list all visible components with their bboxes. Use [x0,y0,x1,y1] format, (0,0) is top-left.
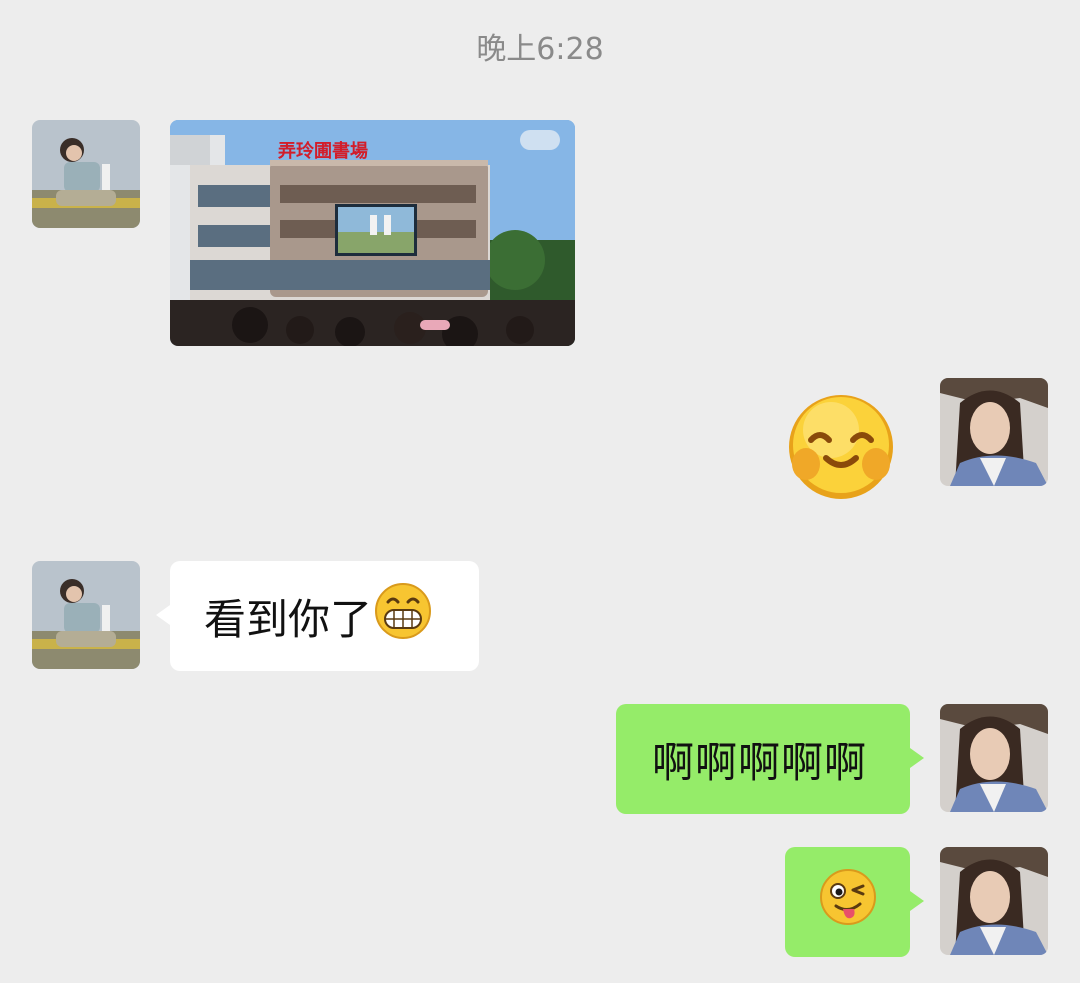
building-sign-text: 弄玲圃書場 [278,140,368,162]
chat-timestamp: 晚上6:28 [476,32,604,67]
grinning-teeth-emoji-icon [374,582,432,650]
image-message[interactable]: 弄玲圃書場 [170,120,575,346]
winking-tongue-emoji-icon [819,868,877,936]
outgoing-text-bubble[interactable]: 啊啊啊啊啊 [616,704,924,814]
contact-avatar[interactable] [32,561,140,669]
my-avatar[interactable] [940,847,1048,955]
incoming-text-bubble[interactable]: 看到你了 [156,561,479,671]
contact-avatar[interactable] [32,120,140,228]
my-avatar[interactable] [940,378,1048,486]
message-text: 啊啊啊啊啊 [652,737,868,787]
blushing-smile-sticker-icon[interactable] [786,392,896,502]
outgoing-emoji-bubble[interactable] [785,847,924,957]
my-avatar[interactable] [940,704,1048,812]
message-text: 看到你了 [204,594,373,644]
